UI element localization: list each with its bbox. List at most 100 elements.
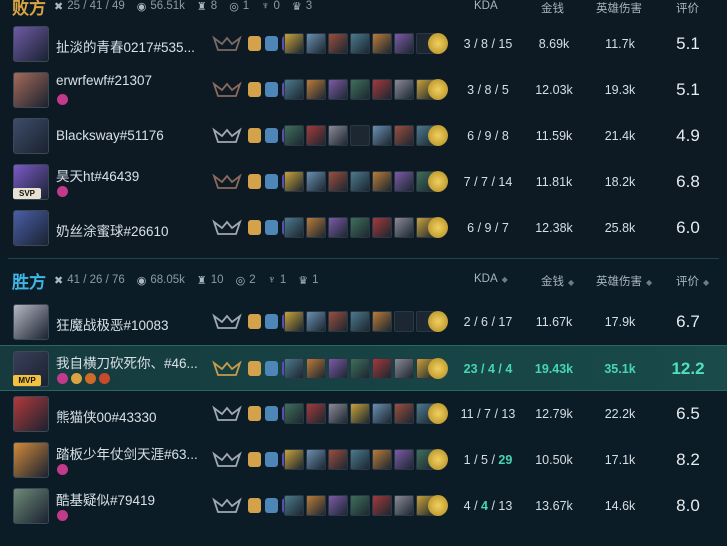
- player-row[interactable]: Blacksway#51176 6 / 9 / 8 11.59k 21.4k 4.9: [0, 113, 727, 159]
- champion-avatar[interactable]: [13, 26, 49, 62]
- empty-item-slot[interactable]: [350, 125, 370, 146]
- item-icon[interactable]: [284, 217, 304, 238]
- rune-icon[interactable]: [265, 406, 278, 421]
- item-icon[interactable]: [328, 495, 348, 516]
- item-icon[interactable]: [350, 171, 370, 192]
- player-row[interactable]: SVP 昊天ht#46439 7 / 7 / 14 11.81k 18.2k 6.8: [0, 159, 727, 205]
- item-icon[interactable]: [328, 79, 348, 100]
- rune-icon[interactable]: [248, 128, 261, 143]
- rune-icon[interactable]: [265, 220, 278, 235]
- item-icon[interactable]: [328, 403, 348, 424]
- item-icon[interactable]: [284, 33, 304, 54]
- item-icon[interactable]: [350, 449, 370, 470]
- champion-avatar[interactable]: [13, 396, 49, 432]
- rune-icon[interactable]: [248, 82, 261, 97]
- rune-icon[interactable]: [248, 406, 261, 421]
- champion-avatar[interactable]: [13, 442, 49, 478]
- rune-icon[interactable]: [265, 174, 278, 189]
- item-icon[interactable]: [306, 33, 326, 54]
- trinket-icon[interactable]: [428, 449, 448, 470]
- trinket-icon[interactable]: [428, 217, 448, 238]
- player-name[interactable]: 我自横刀砍死你、#46...: [56, 352, 198, 372]
- rune-icon[interactable]: [248, 174, 261, 189]
- item-icon[interactable]: [306, 217, 326, 238]
- item-icon[interactable]: [394, 495, 414, 516]
- champion-avatar[interactable]: [13, 118, 49, 154]
- trinket-icon[interactable]: [428, 403, 448, 424]
- champion-avatar[interactable]: [13, 488, 49, 524]
- player-name[interactable]: 奶丝涂蜜球#26610: [56, 220, 169, 240]
- player-row[interactable]: 踏板少年仗剑天涯#63... 1 / 5 / 29 10.50k 17.1k 8.2: [0, 437, 727, 483]
- rune-icon[interactable]: [265, 82, 278, 97]
- col-score[interactable]: 评价: [676, 0, 699, 16]
- item-icon[interactable]: [372, 125, 392, 146]
- player-row[interactable]: 狂魔战极恶#10083 2 / 6 / 17 11.67k 17.9k 6.7: [0, 299, 727, 345]
- item-icon[interactable]: [394, 79, 414, 100]
- item-icon[interactable]: [350, 217, 370, 238]
- trinket-icon[interactable]: [428, 33, 448, 54]
- trinket-icon[interactable]: [428, 79, 448, 100]
- player-row[interactable]: 扯淡的青春0217#535... 3 / 8 / 15 8.69k 11.7k 5.1: [0, 21, 727, 67]
- item-icon[interactable]: [372, 171, 392, 192]
- player-name[interactable]: 狂魔战极恶#10083: [56, 314, 169, 334]
- item-icon[interactable]: [306, 79, 326, 100]
- item-icon[interactable]: [350, 79, 370, 100]
- col-damage[interactable]: 英雄伤害 ◆: [596, 273, 652, 289]
- item-icon[interactable]: [328, 33, 348, 54]
- player-name[interactable]: 酷基疑似#79419: [56, 489, 155, 509]
- rune-icon[interactable]: [248, 220, 261, 235]
- rune-icon[interactable]: [265, 128, 278, 143]
- item-icon[interactable]: [284, 79, 304, 100]
- trinket-icon[interactable]: [428, 495, 448, 516]
- item-icon[interactable]: [284, 125, 304, 146]
- rune-icon[interactable]: [265, 314, 278, 329]
- item-icon[interactable]: [306, 358, 326, 379]
- item-icon[interactable]: [394, 403, 414, 424]
- col-score[interactable]: 评价 ◆: [676, 273, 709, 289]
- item-icon[interactable]: [306, 125, 326, 146]
- item-icon[interactable]: [372, 449, 392, 470]
- item-icon[interactable]: [394, 217, 414, 238]
- empty-item-slot[interactable]: [394, 311, 414, 332]
- item-icon[interactable]: [394, 171, 414, 192]
- item-icon[interactable]: [284, 403, 304, 424]
- item-icon[interactable]: [350, 311, 370, 332]
- item-icon[interactable]: [284, 495, 304, 516]
- item-icon[interactable]: [394, 125, 414, 146]
- player-name[interactable]: Blacksway#51176: [56, 128, 164, 143]
- rune-icon[interactable]: [248, 314, 261, 329]
- rune-icon[interactable]: [248, 498, 261, 513]
- player-row[interactable]: 酷基疑似#79419 4 / 4 / 13 13.67k 14.6k 8.0: [0, 483, 727, 529]
- champion-avatar[interactable]: [13, 210, 49, 246]
- item-icon[interactable]: [284, 171, 304, 192]
- item-icon[interactable]: [284, 358, 304, 379]
- item-icon[interactable]: [350, 495, 370, 516]
- item-icon[interactable]: [328, 217, 348, 238]
- item-icon[interactable]: [394, 449, 414, 470]
- col-kda[interactable]: KDA ◆: [474, 273, 508, 285]
- item-icon[interactable]: [284, 449, 304, 470]
- item-icon[interactable]: [328, 171, 348, 192]
- item-icon[interactable]: [306, 449, 326, 470]
- item-icon[interactable]: [328, 358, 348, 379]
- player-name[interactable]: 踏板少年仗剑天涯#63...: [56, 443, 198, 463]
- player-name[interactable]: 熊猫侠00#43330: [56, 406, 157, 426]
- player-name[interactable]: 扯淡的青春0217#535...: [56, 36, 195, 56]
- item-icon[interactable]: [372, 311, 392, 332]
- col-damage[interactable]: 英雄伤害: [596, 0, 642, 16]
- col-gold[interactable]: 金钱: [541, 0, 564, 16]
- player-row[interactable]: MVP 我自横刀砍死你、#46... 23 / 4 / 4 19.43k 35.1k 12…: [0, 345, 727, 391]
- champion-avatar[interactable]: [13, 72, 49, 108]
- item-icon[interactable]: [372, 33, 392, 54]
- player-row[interactable]: erwrfewf#21307 3 / 8 / 5 12.03k 19.3k 5.1: [0, 67, 727, 113]
- item-icon[interactable]: [328, 125, 348, 146]
- item-icon[interactable]: [372, 495, 392, 516]
- item-icon[interactable]: [394, 358, 414, 379]
- item-icon[interactable]: [350, 403, 370, 424]
- trinket-icon[interactable]: [428, 171, 448, 192]
- col-kda[interactable]: KDA: [474, 0, 498, 12]
- item-icon[interactable]: [372, 403, 392, 424]
- item-icon[interactable]: [394, 33, 414, 54]
- player-row[interactable]: 奶丝涂蜜球#26610 6 / 9 / 7 12.38k 25.8k 6.0: [0, 205, 727, 251]
- rune-icon[interactable]: [265, 498, 278, 513]
